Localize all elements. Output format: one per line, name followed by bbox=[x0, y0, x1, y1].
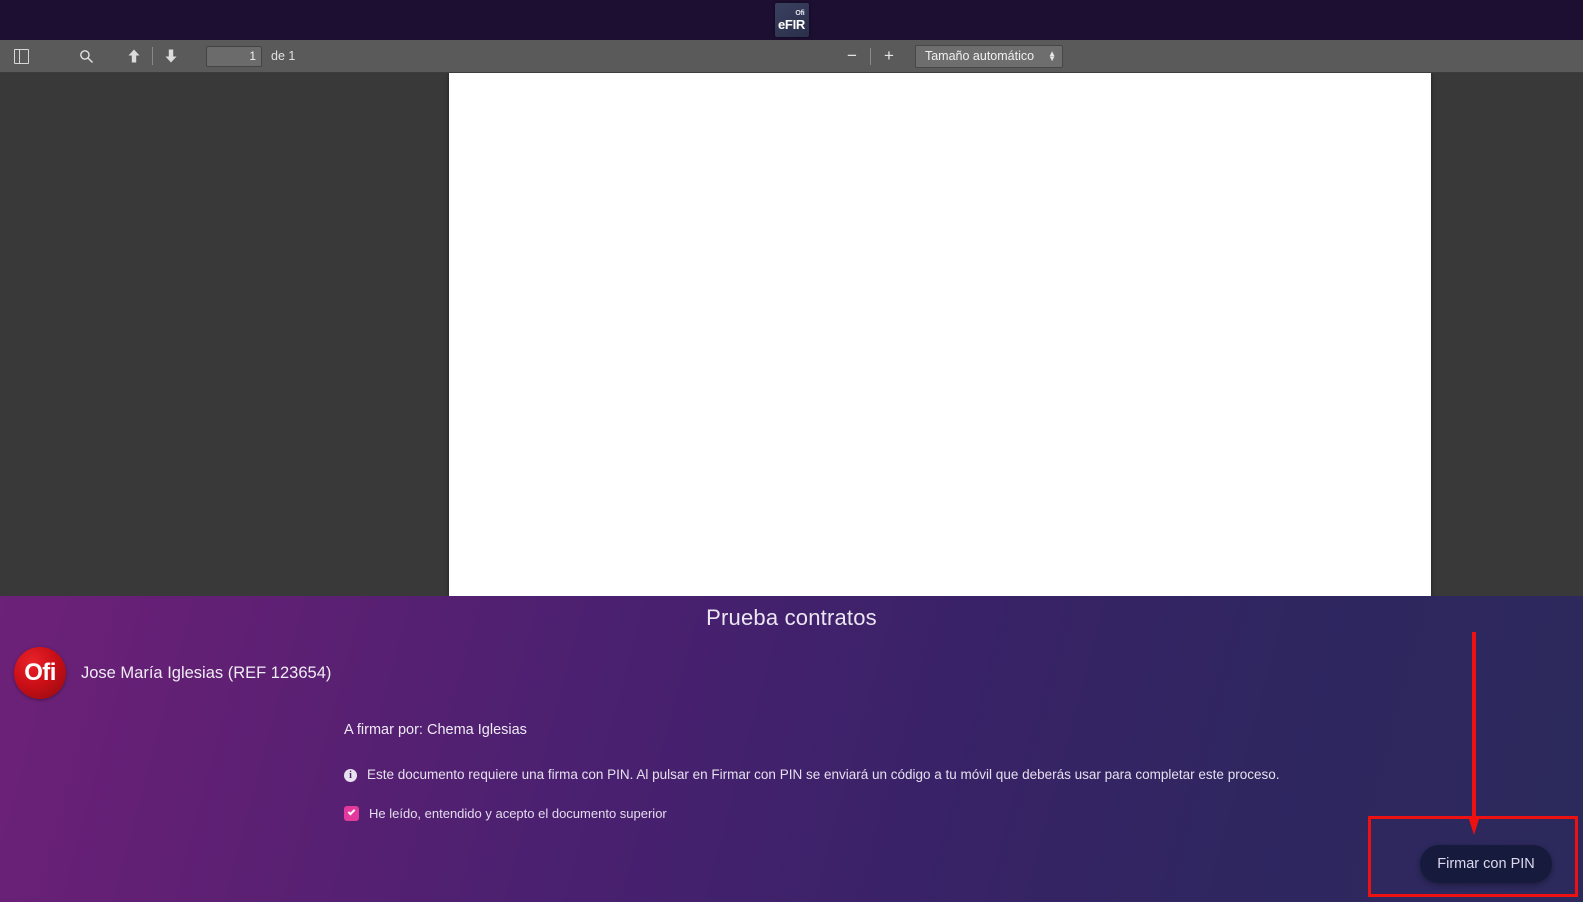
pdf-faint-line-3: ························ bbox=[684, 210, 750, 217]
ofi-brand-badge: Ofi bbox=[14, 647, 66, 699]
accept-terms-row[interactable]: He leído, entendido y acepto el document… bbox=[344, 805, 1444, 821]
toolbar-divider bbox=[152, 47, 153, 65]
previous-page-button[interactable] bbox=[119, 43, 149, 69]
signer-name-label: Jose María Iglesias (REF 123654) bbox=[81, 663, 332, 682]
app-titlebar: Ofi eFIR bbox=[0, 0, 1583, 40]
pdf-faint-line-2: ········ bbox=[834, 188, 856, 195]
pdf-faint-line-1: ·················· bbox=[592, 190, 642, 197]
efir-app-logo: Ofi eFIR bbox=[774, 3, 809, 37]
signature-panel: Prueba contratos Ofi Jose María Iglesias… bbox=[0, 596, 1583, 902]
stepper-down-icon: ▼ bbox=[1048, 54, 1056, 63]
zoom-divider bbox=[869, 47, 871, 65]
sidebar-panel-icon bbox=[13, 48, 29, 64]
arrow-up-icon bbox=[128, 49, 140, 63]
pdf-faint-line-4: ·········· bbox=[609, 216, 637, 223]
pdf-viewer-toolbar: de 1 − + Tamaño automático ▲ ▼ bbox=[0, 40, 1583, 73]
zoom-in-button[interactable]: + bbox=[875, 43, 903, 69]
arrow-down-icon bbox=[165, 49, 177, 63]
accept-terms-checkbox[interactable] bbox=[344, 805, 359, 821]
pin-notice-text: Este documento requiere una firma con PI… bbox=[367, 767, 1280, 782]
zoom-out-button[interactable]: − bbox=[838, 43, 866, 69]
logo-main-text: eFIR bbox=[778, 16, 805, 32]
checkmark-icon bbox=[347, 808, 356, 816]
toolbar-right-group: − + Tamaño automático ▲ ▼ bbox=[838, 43, 1583, 69]
stepper-icon: ▲ ▼ bbox=[1048, 50, 1056, 63]
next-page-button[interactable] bbox=[156, 43, 186, 69]
document-title: Prueba contratos bbox=[706, 605, 877, 630]
zoom-scale-select[interactable]: Tamaño automático ▲ ▼ bbox=[914, 44, 1063, 68]
signature-body: A firmar por: Chema Iglesias i Este docu… bbox=[344, 722, 1444, 821]
pdf-page-1[interactable]: ·················· ········ ············… bbox=[449, 73, 1431, 596]
zoom-scale-value: Tamaño automático bbox=[924, 49, 1035, 63]
pin-notice-row: i Este documento requiere una firma con … bbox=[344, 767, 1444, 784]
pdf-viewer-area[interactable]: ·················· ········ ············… bbox=[0, 73, 1583, 596]
accept-terms-label[interactable]: He leído, entendido y acepto el document… bbox=[369, 806, 667, 821]
sidebar-toggle-button[interactable] bbox=[6, 43, 36, 69]
page-number-input[interactable] bbox=[206, 45, 262, 67]
sign-with-pin-button[interactable]: Firmar con PIN bbox=[1420, 845, 1552, 883]
search-button[interactable] bbox=[71, 43, 101, 69]
toolbar-left-group: de 1 bbox=[0, 43, 295, 69]
search-icon bbox=[79, 49, 93, 63]
page-total-label: de 1 bbox=[271, 49, 296, 63]
sign-to-label: A firmar por: Chema Iglesias bbox=[344, 722, 527, 738]
info-icon: i bbox=[344, 769, 357, 782]
signer-identity-row: Ofi Jose María Iglesias (REF 123654) bbox=[14, 647, 331, 699]
logo-sup-text: Ofi bbox=[795, 9, 805, 17]
